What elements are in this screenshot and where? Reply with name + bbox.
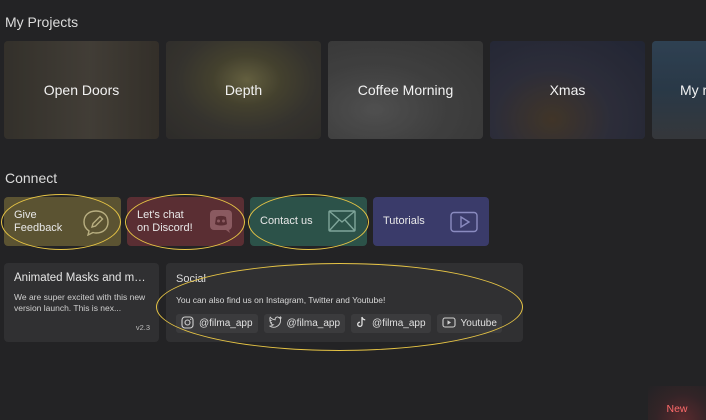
discord-button[interactable]: Let's chat on Discord! (127, 197, 244, 246)
project-card-coffee-morning[interactable]: Coffee Morning (328, 41, 483, 139)
discord-icon (208, 209, 234, 238)
mail-icon (327, 209, 357, 238)
project-card-open-doors[interactable]: Open Doors (4, 41, 159, 139)
feedback-pencil-icon (81, 208, 111, 241)
twitter-handle: @filma_app (286, 318, 341, 329)
project-title: Open Doors (43, 82, 120, 98)
play-icon (449, 211, 479, 238)
news-body: We are super excited with this new versi… (14, 292, 146, 313)
give-feedback-button[interactable]: Give Feedback (4, 197, 121, 246)
project-title: Coffee Morning (357, 82, 454, 98)
tutorials-button[interactable]: Tutorials (373, 197, 489, 246)
social-card: Social You can also find us on Instagram… (166, 263, 523, 342)
instagram-handle: @filma_app (199, 318, 253, 329)
contact-us-label: Contact us (260, 215, 313, 227)
project-card-xmas[interactable]: Xmas (490, 41, 645, 139)
project-title: Depth (224, 82, 263, 98)
new-badge-label: New (666, 403, 688, 415)
give-feedback-line: Feedback (14, 221, 63, 234)
news-card[interactable]: Animated Masks and muc... We are super e… (4, 263, 159, 342)
youtube-link[interactable]: Youtube (436, 314, 502, 333)
twitter-icon (268, 316, 282, 331)
social-links: @filma_app @filma_app @filma_app Youtube (176, 314, 502, 333)
news-title: Animated Masks and muc... (14, 272, 150, 284)
discord-line: on Discord! (137, 221, 193, 234)
contact-us-button[interactable]: Contact us (250, 197, 367, 246)
project-card-partial[interactable]: My r (652, 41, 706, 139)
social-title: Social (176, 273, 206, 285)
youtube-icon (441, 316, 456, 331)
give-feedback-line: Give (14, 208, 37, 221)
twitter-link[interactable]: @filma_app (263, 314, 346, 333)
connect-heading: Connect (5, 170, 58, 186)
tutorials-label: Tutorials (383, 215, 425, 227)
project-title: My r (680, 82, 706, 98)
tiktok-icon (356, 316, 367, 331)
my-projects-heading: My Projects (5, 14, 79, 30)
discord-label: Let's chat on Discord! (137, 209, 193, 235)
new-badge[interactable]: New (648, 386, 706, 420)
social-body: You can also find us on Instagram, Twitt… (176, 295, 386, 305)
instagram-link[interactable]: @filma_app (176, 314, 258, 333)
projects-carousel[interactable]: Open Doors Depth Coffee Morning Xmas My … (4, 41, 706, 139)
youtube-label: Youtube (460, 318, 497, 329)
discord-line: Let's chat (137, 208, 184, 221)
instagram-icon (181, 315, 194, 332)
give-feedback-label: Give Feedback (14, 209, 62, 235)
project-title: Xmas (549, 82, 586, 98)
tiktok-handle: @filma_app (372, 318, 426, 329)
tiktok-link[interactable]: @filma_app (351, 314, 431, 333)
project-card-depth[interactable]: Depth (166, 41, 321, 139)
version-label: v2.3 (135, 323, 150, 332)
